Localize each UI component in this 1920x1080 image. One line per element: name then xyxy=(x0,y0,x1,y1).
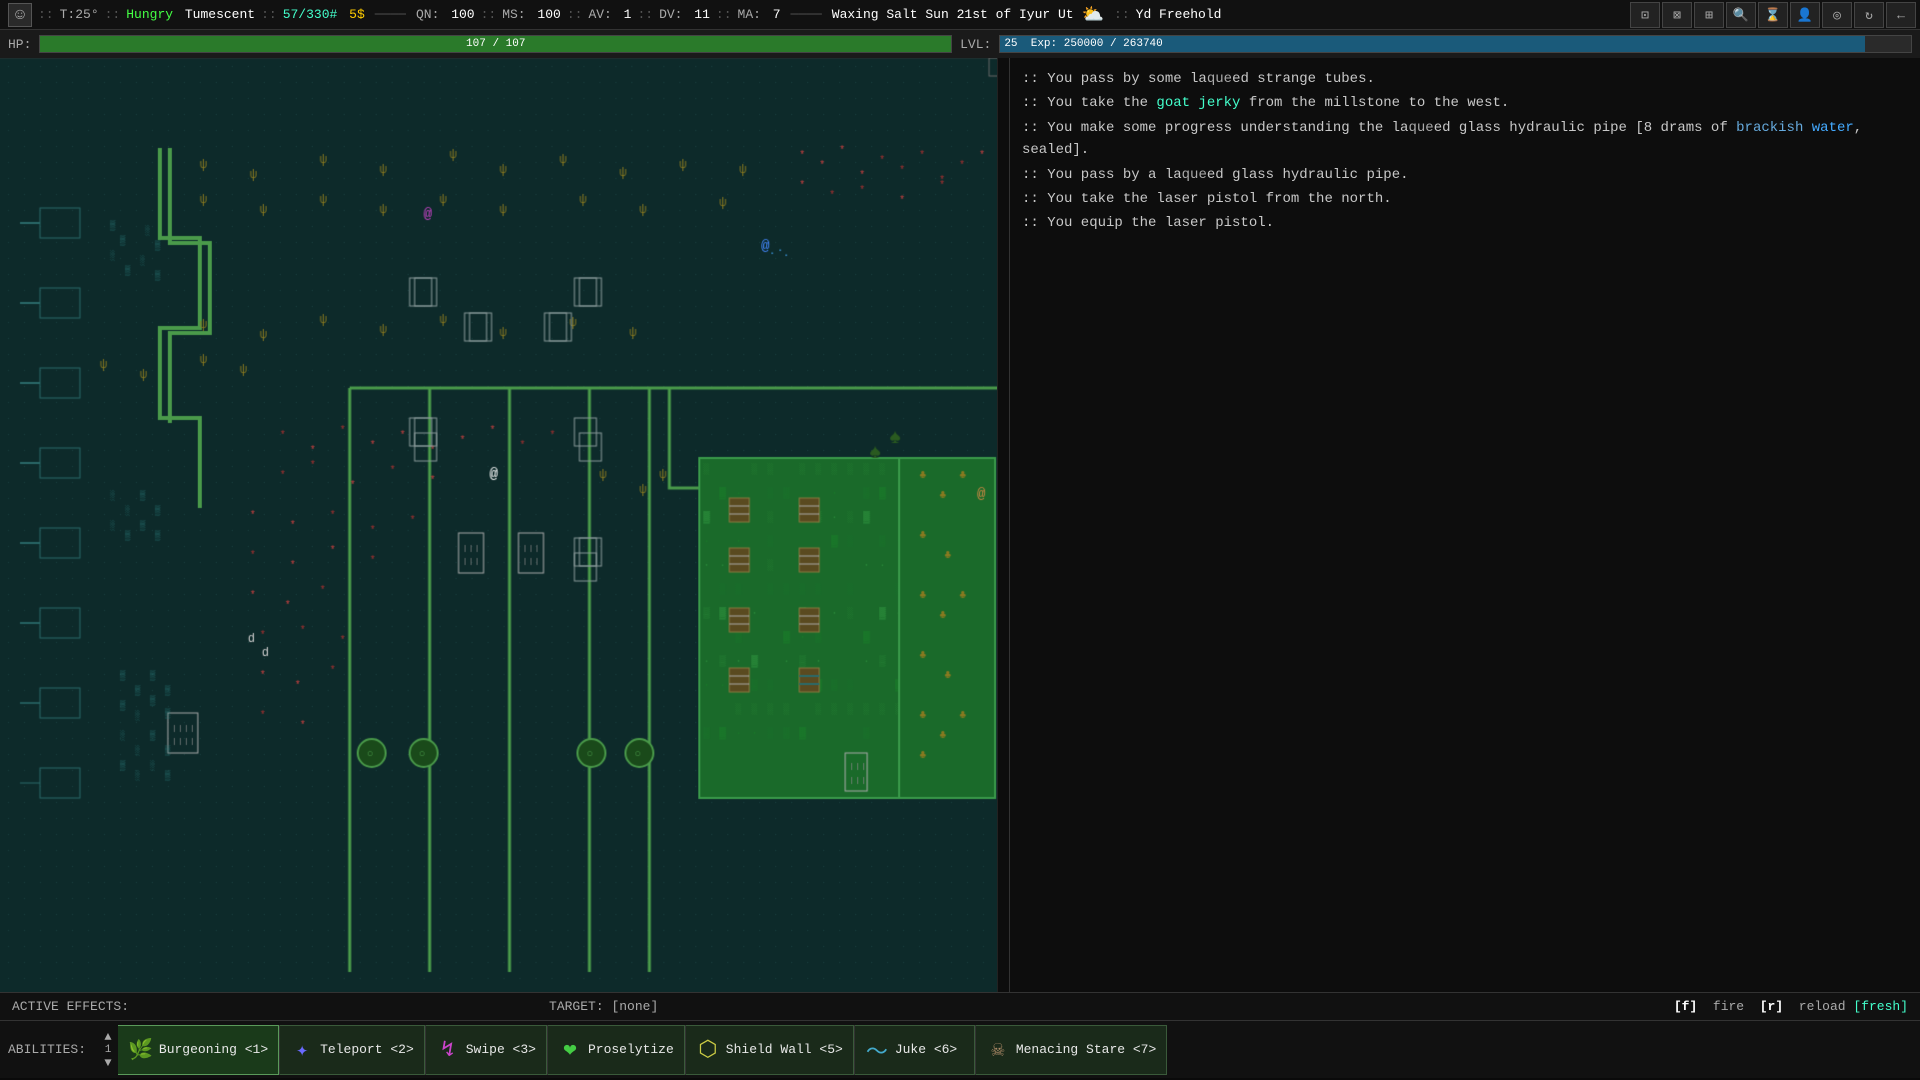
game-render-canvas xyxy=(0,58,1009,992)
ma-val: 7 xyxy=(765,7,781,22)
menacing-stare-label: Menacing Stare <7> xyxy=(1016,1042,1156,1057)
ability-scroll-up[interactable]: ▲ 1 ▼ xyxy=(98,1025,118,1075)
juke-label: Juke <6> xyxy=(895,1042,957,1057)
location-val: Yd Freehold xyxy=(1136,7,1222,22)
lvl-bar: 25 Exp: 250000 / 263740 xyxy=(999,35,1912,53)
sep2: :: xyxy=(105,7,121,22)
qn-label: QN: xyxy=(416,7,439,22)
weather-icon: ⛅ xyxy=(1082,4,1104,26)
log-panel: :: You pass by some laqueed strange tube… xyxy=(1010,58,1920,992)
qn-val: 100 xyxy=(443,7,474,22)
reload-icon[interactable]: ↻ xyxy=(1854,2,1884,28)
hp-label: HP: xyxy=(8,37,31,52)
log-line-1: :: You pass by some laqueed strange tube… xyxy=(1022,68,1908,90)
time-label: T:25° xyxy=(60,7,99,22)
sep4: :: xyxy=(481,7,497,22)
burgeoning-label: Burgeoning <1> xyxy=(159,1042,268,1057)
teleport-icon: ✦ xyxy=(290,1037,314,1063)
hp-stat: 57/330# xyxy=(283,7,338,22)
tumescent-status: Tumescent xyxy=(177,7,255,22)
log-line-5: :: You take the laser pistol from the no… xyxy=(1022,188,1908,210)
ability-slot-proselytize[interactable]: ❤ Proselytize xyxy=(548,1025,685,1075)
dv-label: DV: xyxy=(659,7,682,22)
ms-val: 100 xyxy=(530,7,561,22)
menacing-stare-icon: ☠ xyxy=(986,1037,1010,1063)
hp-bar-text: 107 / 107 xyxy=(40,36,951,52)
abilities-bar: ABILITIES: ▲ 1 ▼ 🌿 Burgeoning <1> ✦ Tele… xyxy=(0,1020,1920,1078)
bottom-status-bar: ACTIVE EFFECTS: TARGET: [none] [f] fire … xyxy=(0,992,1920,1020)
player-icon: ☺ xyxy=(8,3,32,27)
map-icon[interactable]: ◎ xyxy=(1822,2,1852,28)
log-line-4: :: You pass by a laqueed glass hydraulic… xyxy=(1022,164,1908,186)
sep8: :: xyxy=(1114,7,1130,22)
active-effects-label: ACTIVE EFFECTS: xyxy=(12,999,129,1014)
tool-icon-1[interactable]: ⊡ xyxy=(1630,2,1660,28)
tool-icon-2[interactable]: ⊠ xyxy=(1662,2,1692,28)
proselytize-label: Proselytize xyxy=(588,1042,674,1057)
ms-label: MS: xyxy=(502,7,525,22)
sep7: :: xyxy=(716,7,732,22)
shield-wall-icon: ⬡ xyxy=(696,1037,720,1063)
sep3: :: xyxy=(261,7,277,22)
div1: ──── xyxy=(375,7,406,22)
main-area: :: You pass by some laqueed strange tube… xyxy=(0,58,1920,992)
ability-slot-swipe[interactable]: ↯ Swipe <3> xyxy=(426,1025,547,1075)
game-canvas[interactable] xyxy=(0,58,1010,992)
log-line-3: :: You make some progress understanding … xyxy=(1022,117,1908,162)
character-icon[interactable]: 👤 xyxy=(1790,2,1820,28)
hourglass-icon[interactable]: ⌛ xyxy=(1758,2,1788,28)
target-label: TARGET: [none] xyxy=(549,999,658,1014)
sep6: :: xyxy=(637,7,653,22)
burgeoning-icon: 🌿 xyxy=(128,1037,153,1063)
proselytize-icon: ❤ xyxy=(558,1037,582,1063)
av-label: AV: xyxy=(588,7,611,22)
tool-icons-bar: ⊡ ⊠ ⊞ 🔍 ⌛ 👤 ◎ ↻ ← xyxy=(1630,0,1920,30)
abilities-label: ABILITIES: xyxy=(8,1042,98,1057)
hp-lvl-bar: HP: 107 / 107 LVL: 25 Exp: 250000 / 2637… xyxy=(0,30,1920,58)
ability-slot-burgeoning[interactable]: 🌿 Burgeoning <1> xyxy=(118,1025,279,1075)
sep5: :: xyxy=(567,7,583,22)
ability-slot-juke[interactable]: 〜 Juke <6> xyxy=(855,1025,975,1075)
lvl-bar-text: 25 Exp: 250000 / 263740 xyxy=(1004,36,1911,52)
log-line-2: :: You take the goat jerky from the mill… xyxy=(1022,92,1908,114)
lvl-label: LVL: xyxy=(960,37,991,52)
div2: ──── xyxy=(791,7,822,22)
gold-stat: 5$ xyxy=(341,7,364,22)
ability-slot-teleport[interactable]: ✦ Teleport <2> xyxy=(280,1025,425,1075)
date-val: Waxing Salt Sun 21st of Iyur Ut xyxy=(832,7,1074,22)
hunger-status: Hungry xyxy=(126,7,173,22)
scroll-indicator xyxy=(997,58,1009,992)
hp-bar: 107 / 107 xyxy=(39,35,952,53)
ability-slot-menacing-stare[interactable]: ☠ Menacing Stare <7> xyxy=(976,1025,1167,1075)
swipe-label: Swipe <3> xyxy=(466,1042,536,1057)
swipe-icon: ↯ xyxy=(436,1037,460,1063)
ma-label: MA: xyxy=(738,7,761,22)
sep1: :: xyxy=(38,7,54,22)
juke-icon: 〜 xyxy=(865,1034,889,1066)
back-icon[interactable]: ← xyxy=(1886,2,1916,28)
top-status-bar: ☺ :: T:25° :: Hungry Tumescent :: 57/330… xyxy=(0,0,1920,30)
fire-command: [f] fire [r] reload [fresh] xyxy=(1674,999,1908,1014)
ability-slot-shield-wall[interactable]: ⬡ Shield Wall <5> xyxy=(686,1025,854,1075)
tool-icon-3[interactable]: ⊞ xyxy=(1694,2,1724,28)
shield-wall-label: Shield Wall <5> xyxy=(726,1042,843,1057)
dv-val: 11 xyxy=(686,7,709,22)
log-line-6: :: You equip the laser pistol. xyxy=(1022,212,1908,234)
av-val: 1 xyxy=(616,7,632,22)
search-icon[interactable]: 🔍 xyxy=(1726,2,1756,28)
teleport-label: Teleport <2> xyxy=(320,1042,414,1057)
